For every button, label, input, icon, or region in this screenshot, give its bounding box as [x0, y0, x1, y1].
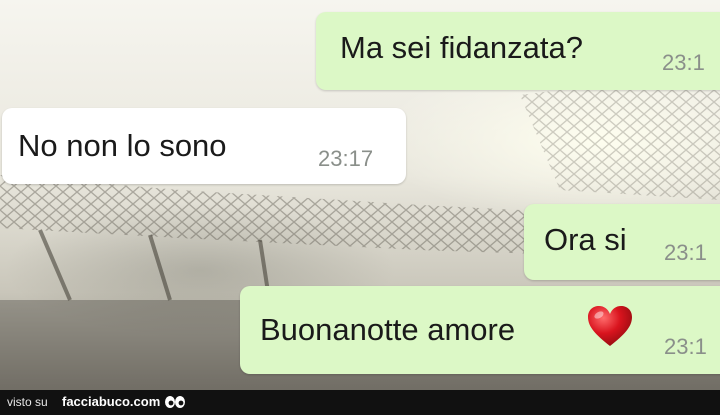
message-timestamp: 23:1: [664, 334, 707, 359]
watermark-site[interactable]: facciabuco.com: [62, 394, 160, 409]
watermark-prefix: visto su: [7, 395, 48, 409]
message-bubble-outgoing[interactable]: Buonanotte amore 23:1: [240, 286, 720, 374]
watermark-footer: visto su facciabuco.com: [0, 390, 720, 415]
message-bubble-incoming[interactable]: No non lo sono 23:17: [2, 108, 406, 184]
message-timestamp: 23:1: [664, 240, 707, 265]
message-bubble-outgoing[interactable]: Ma sei fidanzata? 23:1: [316, 12, 720, 90]
message-text: No non lo sono: [18, 128, 227, 163]
message-text: Buonanotte amore: [260, 312, 516, 347]
message-timestamp: 23:1: [662, 50, 705, 75]
message-timestamp: 23:17: [318, 146, 374, 171]
chat-area: Ma sei fidanzata? 23:1 No non lo sono 23…: [0, 0, 720, 390]
message-bubble-outgoing[interactable]: Ora si 23:1: [524, 204, 720, 280]
message-text: Ora si: [544, 222, 627, 257]
eyes-icon: [165, 396, 185, 408]
heart-icon: [588, 306, 632, 346]
message-text: Ma sei fidanzata?: [340, 30, 583, 65]
